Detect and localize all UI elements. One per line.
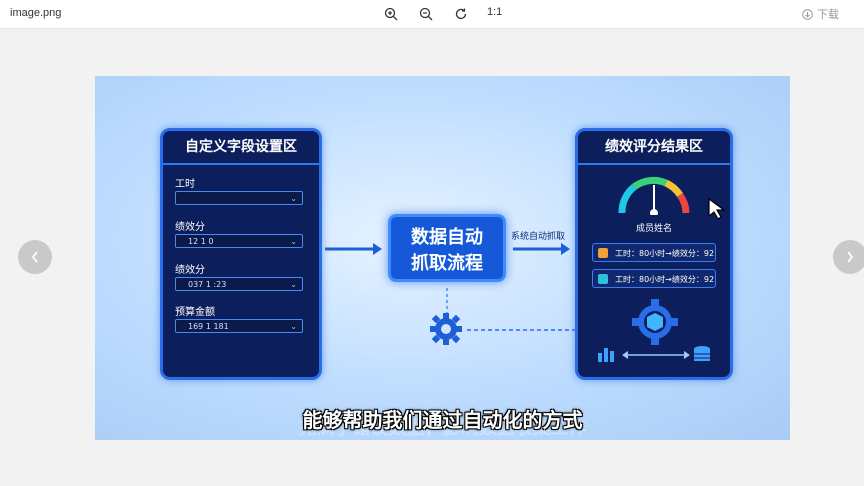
field-input-score-2: 037 1 :23 ⌄ <box>175 277 303 291</box>
center-line-1: 数据自动 <box>411 227 483 248</box>
arrow-right-icon <box>325 243 382 255</box>
chevron-down-icon: ⌄ <box>290 280 297 289</box>
viewer-toolbar: image.png 1:1 下载 <box>0 0 864 29</box>
gauge-label: 成员姓名 <box>635 224 672 234</box>
result-panel-title: 绩效评分结果区 <box>578 131 730 165</box>
gear-cube-icon <box>632 299 678 345</box>
result-line-1: 工时：80小时→绩效分：92 <box>592 243 716 262</box>
prev-image-button[interactable] <box>18 240 52 274</box>
field-input-budget: 169 1 181 ⌄ <box>175 319 303 333</box>
chevron-down-icon: ⌄ <box>290 237 297 246</box>
field-input-hours: ⌄ <box>175 191 303 205</box>
bar-chart-icon <box>598 348 614 362</box>
field-label-score-2: 绩效分 <box>175 265 205 276</box>
arrow-label: 系统自动抓取 <box>511 232 566 242</box>
center-line-2: 抓取流程 <box>411 253 483 274</box>
download-label: 下载 <box>817 9 839 21</box>
chevron-down-icon: ⌄ <box>290 322 297 331</box>
rotate-icon <box>455 8 467 20</box>
rotate-button[interactable] <box>451 4 471 24</box>
data-auto-fetch-box: 数据自动 抓取流程 <box>388 214 506 282</box>
user-icon <box>598 248 608 258</box>
download-icon <box>802 8 813 20</box>
chevron-right-icon <box>847 251 854 263</box>
chevron-left-icon <box>31 251 38 263</box>
video-caption: 能够帮助我们通过自动化的方式 <box>302 408 583 432</box>
field-label-hours: 工时 <box>175 179 195 190</box>
field-input-score: 12 1 0 ⌄ <box>175 234 303 248</box>
double-arrow-icon <box>622 351 690 359</box>
custom-field-panel-title: 自定义字段设置区 <box>163 131 319 165</box>
gauge-icon <box>618 176 690 215</box>
download-button[interactable]: 下载 <box>802 6 839 22</box>
arrow-right-icon <box>513 243 570 255</box>
field-label-budget: 预算金额 <box>175 307 215 318</box>
field-label-score: 绩效分 <box>175 222 205 233</box>
zoom-out-button[interactable] <box>416 4 436 24</box>
next-image-button[interactable] <box>833 240 864 274</box>
zoom-out-icon <box>419 7 433 21</box>
cursor-icon <box>708 198 726 220</box>
custom-field-panel: 自定义字段设置区 工时 ⌄ 绩效分 12 1 0 ⌄ 绩效分 037 1 :23 ⌄… <box>160 128 322 380</box>
gear-icon <box>430 313 462 345</box>
actual-size-button[interactable]: 1:1 <box>487 6 502 18</box>
shield-icon <box>598 274 608 284</box>
zoom-in-icon <box>384 7 398 21</box>
bottom-icons <box>598 346 710 362</box>
result-panel: 绩效评分结果区 成员姓名 工时：80小时→绩效分：92 工时：80小时→绩效分：… <box>575 128 733 380</box>
zoom-in-button[interactable] <box>381 4 401 24</box>
displayed-image: 自定义字段设置区 工时 ⌄ 绩效分 12 1 0 ⌄ 绩效分 037 1 :23 ⌄… <box>95 76 790 440</box>
file-name: image.png <box>10 7 62 19</box>
result-line-2: 工时：80小时→绩效分：92 <box>592 269 716 288</box>
chevron-down-icon: ⌄ <box>290 194 297 203</box>
database-icon <box>694 346 710 361</box>
